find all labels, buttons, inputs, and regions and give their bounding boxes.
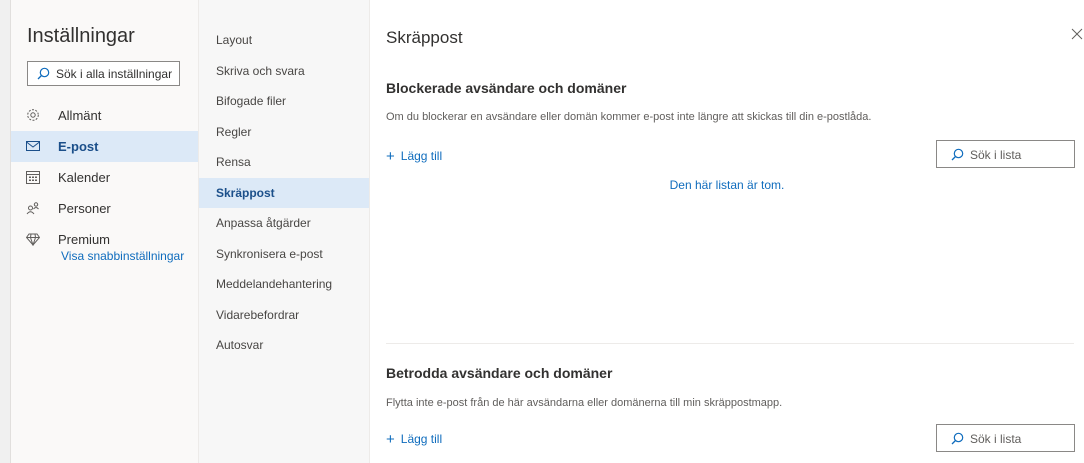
mail-nav-label: Skräppost xyxy=(216,185,275,200)
search-icon xyxy=(951,432,964,450)
mail-nav-junk[interactable]: Skräppost xyxy=(199,177,369,208)
add-blocked-sender-button[interactable]: + Lägg till xyxy=(386,147,443,165)
section-divider xyxy=(386,343,1074,344)
close-icon[interactable] xyxy=(1070,27,1084,41)
mail-nav-label: Autosvar xyxy=(216,338,264,352)
trusted-senders-title: Betrodda avsändare och domäner xyxy=(386,365,613,381)
app-rail-edge xyxy=(0,0,11,463)
blocked-senders-description: Om du blockerar en avsändare eller domän… xyxy=(386,111,872,123)
trusted-senders-description: Flytta inte e-post från de här avsändarn… xyxy=(386,397,783,409)
mail-nav-layout[interactable]: Layout xyxy=(199,25,369,56)
add-label: Lägg till xyxy=(400,149,443,163)
plus-icon: + xyxy=(386,431,395,448)
category-label: Allmänt xyxy=(58,108,102,123)
mail-nav-compose-reply[interactable]: Skriva och svara xyxy=(199,56,369,87)
quick-settings-link[interactable]: Visa snabbinställningar xyxy=(61,250,191,262)
settings-search-placeholder: Sök i alla inställningar xyxy=(56,67,173,81)
category-item-calendar[interactable]: Kalender xyxy=(11,162,198,193)
category-label: Personer xyxy=(58,201,111,216)
category-item-people[interactable]: Personer xyxy=(11,193,198,224)
gear-icon xyxy=(26,108,40,122)
search-placeholder: Sök i lista xyxy=(970,432,1022,446)
mail-nav-label: Layout xyxy=(216,33,253,47)
blocked-senders-title: Blockerade avsändare och domäner xyxy=(386,80,627,96)
mail-nav-label: Bifogade filer xyxy=(216,94,287,108)
settings-title: Inställningar xyxy=(27,25,135,47)
mail-nav-label: Synkronisera e-post xyxy=(216,246,323,261)
settings-category-list: Allmänt E-post Kalender Personer Premium xyxy=(11,100,198,255)
add-trusted-sender-button[interactable]: + Lägg till xyxy=(386,430,443,448)
mail-nav-sync-email[interactable]: Synkronisera e-post xyxy=(199,239,369,270)
plus-icon: + xyxy=(386,148,395,165)
diamond-icon xyxy=(25,232,41,247)
mail-nav-label: Anpassa åtgärder xyxy=(216,216,311,230)
empty-list-message: Den här listan är tom. xyxy=(669,178,785,192)
mail-nav-forwarding[interactable]: Vidarebefordrar xyxy=(199,300,369,331)
category-label: E-post xyxy=(58,139,99,154)
people-icon xyxy=(26,201,40,215)
mail-nav-label: Regler xyxy=(216,124,252,139)
mail-settings-nav: Layout Skriva och svara Bifogade filer R… xyxy=(199,0,370,463)
settings-search-input[interactable]: Sök i alla inställningar xyxy=(27,61,180,86)
mail-nav-attachments[interactable]: Bifogade filer xyxy=(199,86,369,117)
category-label: Premium xyxy=(58,232,111,247)
mail-settings-list: Layout Skriva och svara Bifogade filer R… xyxy=(199,25,369,361)
mail-nav-rules[interactable]: Regler xyxy=(199,117,369,148)
calendar-icon xyxy=(26,170,40,184)
search-placeholder: Sök i lista xyxy=(970,148,1022,162)
mail-nav-label: Vidarebefordrar xyxy=(216,307,300,322)
category-label: Kalender xyxy=(58,170,111,185)
mail-nav-label: Meddelandehantering xyxy=(216,277,333,291)
trusted-list-search-input[interactable]: Sök i lista xyxy=(936,424,1075,452)
mail-nav-auto-replies[interactable]: Autosvar xyxy=(199,330,369,361)
mail-nav-sweep[interactable]: Rensa xyxy=(199,147,369,178)
mail-nav-label: Rensa xyxy=(216,155,251,169)
junk-email-pane: Skräppost Blockerade avsändare och domän… xyxy=(370,0,1084,463)
search-icon xyxy=(37,67,50,85)
mail-nav-label: Skriva och svara xyxy=(216,63,305,78)
category-item-email[interactable]: E-post xyxy=(11,131,198,162)
category-item-general[interactable]: Allmänt xyxy=(11,100,198,131)
settings-sidebar: Inställningar Sök i alla inställningar A… xyxy=(11,0,199,463)
mail-icon xyxy=(26,139,40,153)
blocked-list-search-input[interactable]: Sök i lista xyxy=(936,140,1075,168)
page-title: Skräppost xyxy=(386,28,463,47)
mail-nav-customize-actions[interactable]: Anpassa åtgärder xyxy=(199,208,369,239)
mail-nav-message-handling[interactable]: Meddelandehantering xyxy=(199,269,369,300)
search-icon xyxy=(951,148,964,166)
add-label: Lägg till xyxy=(400,432,443,446)
